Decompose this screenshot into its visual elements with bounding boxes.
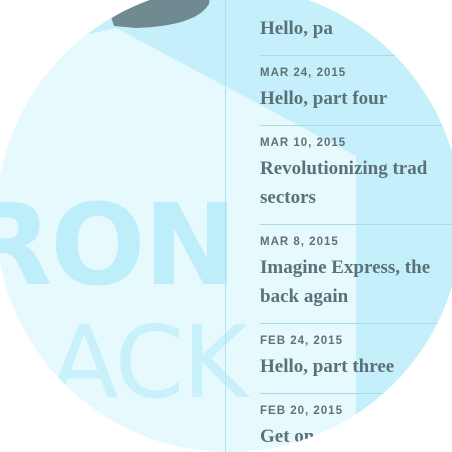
post-item[interactable]: FEB 20, 2015 Get on [260, 393, 452, 452]
post-title-line[interactable]: back again [260, 282, 452, 311]
post-item[interactable]: MAR 8, 2015 Imagine Express, the back ag… [260, 224, 452, 323]
post-date: FEB 24, 2015 [260, 335, 343, 347]
top-dark-shape [105, 0, 210, 28]
post-item[interactable]: FEB 24, 2015 Hello, part three [260, 323, 452, 393]
post-title[interactable]: Revolutionizing trad sectors [260, 154, 452, 212]
post-title-line[interactable]: Hello, part three [260, 352, 452, 381]
post-list: Hello, pa MAR 24, 2015 Hello, part four … [260, 14, 452, 452]
post-item[interactable]: MAR 10, 2015 Revolutionizing trad sector… [260, 125, 452, 224]
post-title[interactable]: Hello, part four [260, 84, 452, 113]
post-item[interactable]: MAR 24, 2015 Hello, part four [260, 55, 452, 125]
post-title-line[interactable]: Get on [260, 422, 452, 451]
post-title-line[interactable]: Hello, pa [260, 14, 452, 43]
post-title-line[interactable]: sectors [260, 183, 452, 212]
post-title[interactable]: Get on [260, 422, 452, 451]
post-title-line[interactable]: Revolutionizing trad [260, 154, 452, 183]
post-title-line[interactable]: Imagine Express, the [260, 253, 452, 282]
post-title[interactable]: Imagine Express, the back again [260, 253, 452, 311]
post-date: MAR 10, 2015 [260, 137, 347, 149]
column-divider [225, 0, 226, 452]
post-item[interactable]: Hello, pa [260, 14, 452, 55]
post-title[interactable]: Hello, part three [260, 352, 452, 381]
page: RON ACK Hello, pa MAR 24, 2015 Hello, pa… [0, 0, 452, 452]
post-date: MAR 8, 2015 [260, 236, 339, 248]
post-date: FEB 20, 2015 [260, 405, 343, 417]
background-word-1: RON [0, 181, 237, 311]
post-title-line[interactable]: Hello, part four [260, 84, 452, 113]
post-date: MAR 24, 2015 [260, 67, 347, 79]
post-title[interactable]: Hello, pa [260, 14, 452, 43]
background-word-2: ACK [50, 304, 248, 421]
